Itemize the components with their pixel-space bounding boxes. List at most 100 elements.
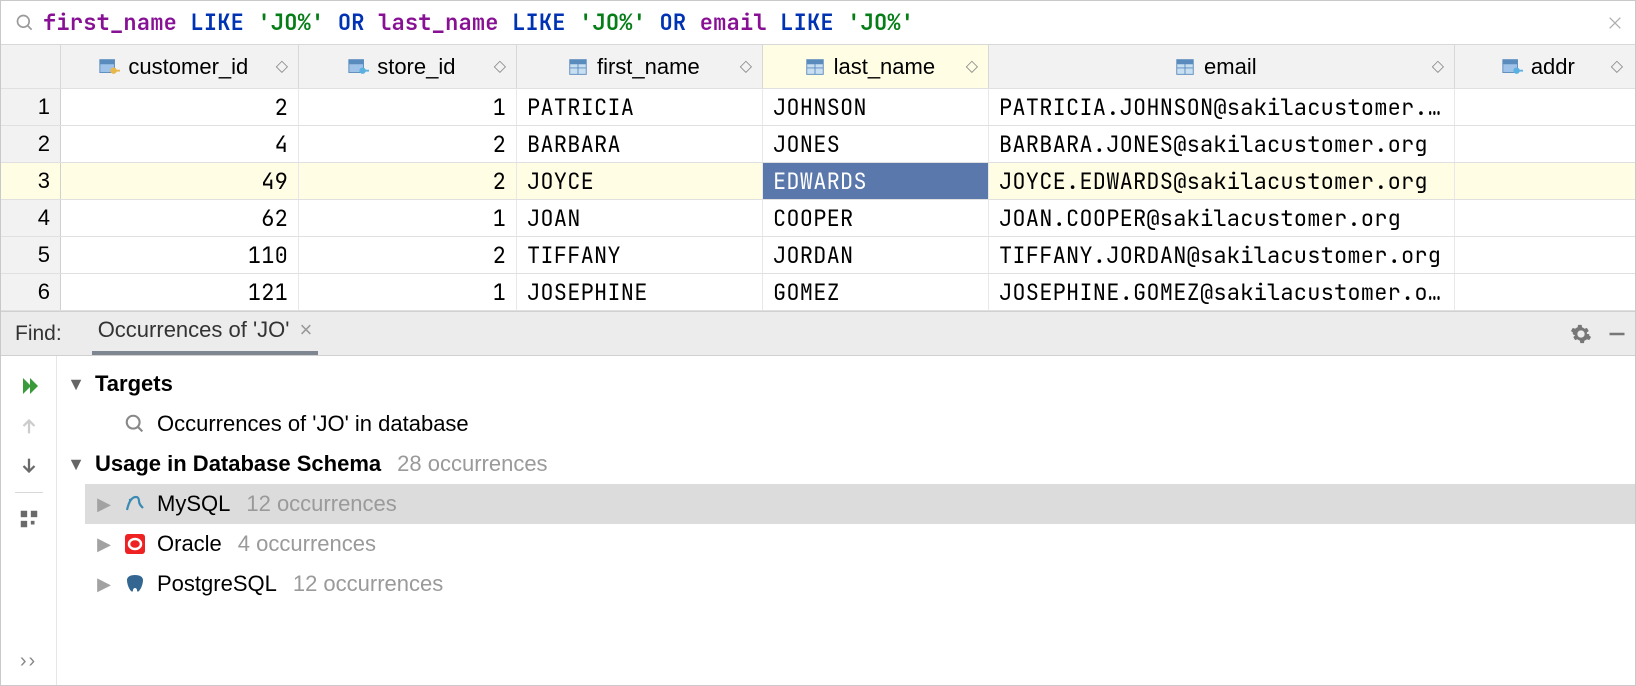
cell-store_id[interactable]: 2 xyxy=(299,163,517,199)
source-name: MySQL xyxy=(157,491,230,517)
chevron-down-icon: ▼ xyxy=(67,374,85,395)
cell-last_name[interactable]: JOHNSON xyxy=(763,89,989,125)
table-row[interactable]: 61211JOSEPHINEGOMEZJOSEPHINE.GOMEZ@sakil… xyxy=(1,274,1635,311)
tree-targets-item[interactable]: Occurrences of 'JO' in database xyxy=(85,404,1635,444)
sort-icon[interactable]: ◇ xyxy=(494,65,506,69)
next-icon[interactable] xyxy=(11,448,47,484)
cell-last_name[interactable]: EDWARDS xyxy=(763,163,989,199)
cell-customer_id[interactable]: 4 xyxy=(61,126,299,162)
table-row[interactable]: 51102TIFFANYJORDANTIFFANY.JORDAN@sakilac… xyxy=(1,237,1635,274)
find-tab[interactable]: Occurrences of 'JO' × xyxy=(92,312,319,355)
tree-targets-desc: Occurrences of 'JO' in database xyxy=(157,411,469,437)
chevron-right-icon: ▶ xyxy=(95,534,113,555)
sort-icon[interactable]: ◇ xyxy=(1432,65,1444,69)
column-header-last_name[interactable]: last_name◇ xyxy=(763,45,989,88)
cell-customer_id[interactable]: 49 xyxy=(61,163,299,199)
find-panel-body: ›› ▼ Targets Occurrences of 'JO' in data… xyxy=(1,356,1635,685)
cell-first_name[interactable]: PATRICIA xyxy=(517,89,763,125)
source-count: 12 occurrences xyxy=(246,491,396,517)
search-icon xyxy=(11,9,39,37)
cell-addr[interactable] xyxy=(1455,163,1633,199)
cell-email[interactable]: JOYCE.EDWARDS@sakilacustomer.org xyxy=(989,163,1455,199)
tree-usage-count: 28 occurrences xyxy=(397,451,547,477)
tree-usage[interactable]: ▼ Usage in Database Schema 28 occurrence… xyxy=(57,444,1635,484)
minimize-icon[interactable] xyxy=(1599,324,1635,344)
find-sidebar: ›› xyxy=(1,356,57,685)
cell-first_name[interactable]: JOAN xyxy=(517,200,763,236)
source-name: Oracle xyxy=(157,531,222,557)
chevron-down-icon: ▼ xyxy=(67,454,85,475)
tree-source-postgresql[interactable]: ▶PostgreSQL12 occurrences xyxy=(85,564,1635,604)
cell-first_name[interactable]: JOSEPHINE xyxy=(517,274,763,310)
table-row[interactable]: 242BARBARAJONESBARBARA.JONES@sakilacusto… xyxy=(1,126,1635,163)
cell-last_name[interactable]: COOPER xyxy=(763,200,989,236)
cell-email[interactable]: JOAN.COOPER@sakilacustomer.org xyxy=(989,200,1455,236)
grid-header: customer_id◇store_id◇first_name◇last_nam… xyxy=(1,45,1635,89)
cell-last_name[interactable]: JORDAN xyxy=(763,237,989,273)
sort-icon[interactable]: ◇ xyxy=(1611,65,1623,69)
layout-icon[interactable] xyxy=(11,501,47,537)
table-row[interactable]: 4621JOANCOOPERJOAN.COOPER@sakilacustomer… xyxy=(1,200,1635,237)
cell-first_name[interactable]: BARBARA xyxy=(517,126,763,162)
row-number: 5 xyxy=(1,237,61,273)
cell-store_id[interactable]: 1 xyxy=(299,89,517,125)
table-row[interactable]: 3492JOYCEEDWARDSJOYCE.EDWARDS@sakilacust… xyxy=(1,163,1635,200)
mysql-icon xyxy=(123,492,147,516)
cell-email[interactable]: PATRICIA.JOHNSON@sakilacustomer.… xyxy=(989,89,1455,125)
cell-first_name[interactable]: JOYCE xyxy=(517,163,763,199)
tree-targets[interactable]: ▼ Targets xyxy=(57,364,1635,404)
cell-customer_id[interactable]: 62 xyxy=(61,200,299,236)
find-tab-title: Occurrences of 'JO' xyxy=(98,317,290,343)
row-number: 4 xyxy=(1,200,61,236)
cell-addr[interactable] xyxy=(1455,274,1633,310)
row-number: 6 xyxy=(1,274,61,310)
cell-store_id[interactable]: 1 xyxy=(299,274,517,310)
find-panel-header: Find: Occurrences of 'JO' × xyxy=(1,311,1635,356)
previous-icon[interactable] xyxy=(11,408,47,444)
column-header-email[interactable]: email◇ xyxy=(989,45,1455,88)
cell-email[interactable]: TIFFANY.JORDAN@sakilacustomer.org xyxy=(989,237,1455,273)
source-name: PostgreSQL xyxy=(157,571,277,597)
rerun-icon[interactable] xyxy=(11,368,47,404)
cell-addr[interactable] xyxy=(1455,89,1633,125)
row-number: 2 xyxy=(1,126,61,162)
column-header-customer_id[interactable]: customer_id◇ xyxy=(61,45,299,88)
tree-targets-label: Targets xyxy=(95,371,173,397)
result-grid: customer_id◇store_id◇first_name◇last_nam… xyxy=(1,45,1635,311)
cell-last_name[interactable]: GOMEZ xyxy=(763,274,989,310)
column-header-store_id[interactable]: store_id◇ xyxy=(299,45,517,88)
cell-store_id[interactable]: 2 xyxy=(299,126,517,162)
filter-input[interactable]: first_name LIKE 'JO%' OR last_name LIKE … xyxy=(43,8,1603,37)
cell-first_name[interactable]: TIFFANY xyxy=(517,237,763,273)
cell-addr[interactable] xyxy=(1455,200,1633,236)
more-icon[interactable]: ›› xyxy=(20,650,37,673)
cell-customer_id[interactable]: 121 xyxy=(61,274,299,310)
cell-addr[interactable] xyxy=(1455,237,1633,273)
find-label: Find: xyxy=(15,322,62,346)
cell-last_name[interactable]: JONES xyxy=(763,126,989,162)
table-row[interactable]: 121PATRICIAJOHNSONPATRICIA.JOHNSON@sakil… xyxy=(1,89,1635,126)
cell-customer_id[interactable]: 110 xyxy=(61,237,299,273)
row-number: 1 xyxy=(1,89,61,125)
cell-email[interactable]: JOSEPHINE.GOMEZ@sakilacustomer.o… xyxy=(989,274,1455,310)
search-icon xyxy=(123,412,147,436)
cell-customer_id[interactable]: 2 xyxy=(61,89,299,125)
cell-store_id[interactable]: 2 xyxy=(299,237,517,273)
gear-icon[interactable] xyxy=(1563,323,1599,345)
tree-source-mysql[interactable]: ▶ MySQL 12 occurrences xyxy=(85,484,1635,524)
tree-source-oracle[interactable]: ▶Oracle4 occurrences xyxy=(85,524,1635,564)
cell-store_id[interactable]: 1 xyxy=(299,200,517,236)
column-header-first_name[interactable]: first_name◇ xyxy=(517,45,763,88)
oracle-icon xyxy=(123,532,147,556)
sort-icon[interactable]: ◇ xyxy=(966,65,978,69)
cell-addr[interactable] xyxy=(1455,126,1633,162)
row-number: 3 xyxy=(1,163,61,199)
cell-email[interactable]: BARBARA.JONES@sakilacustomer.org xyxy=(989,126,1455,162)
close-icon[interactable]: × xyxy=(299,319,312,341)
sort-icon[interactable]: ◇ xyxy=(276,65,288,69)
column-header-addr[interactable]: addr◇ xyxy=(1455,45,1633,88)
tree-usage-label: Usage in Database Schema xyxy=(95,451,381,477)
sort-icon[interactable]: ◇ xyxy=(740,65,752,69)
close-icon[interactable] xyxy=(1603,11,1627,35)
chevron-right-icon: ▶ xyxy=(95,494,113,515)
